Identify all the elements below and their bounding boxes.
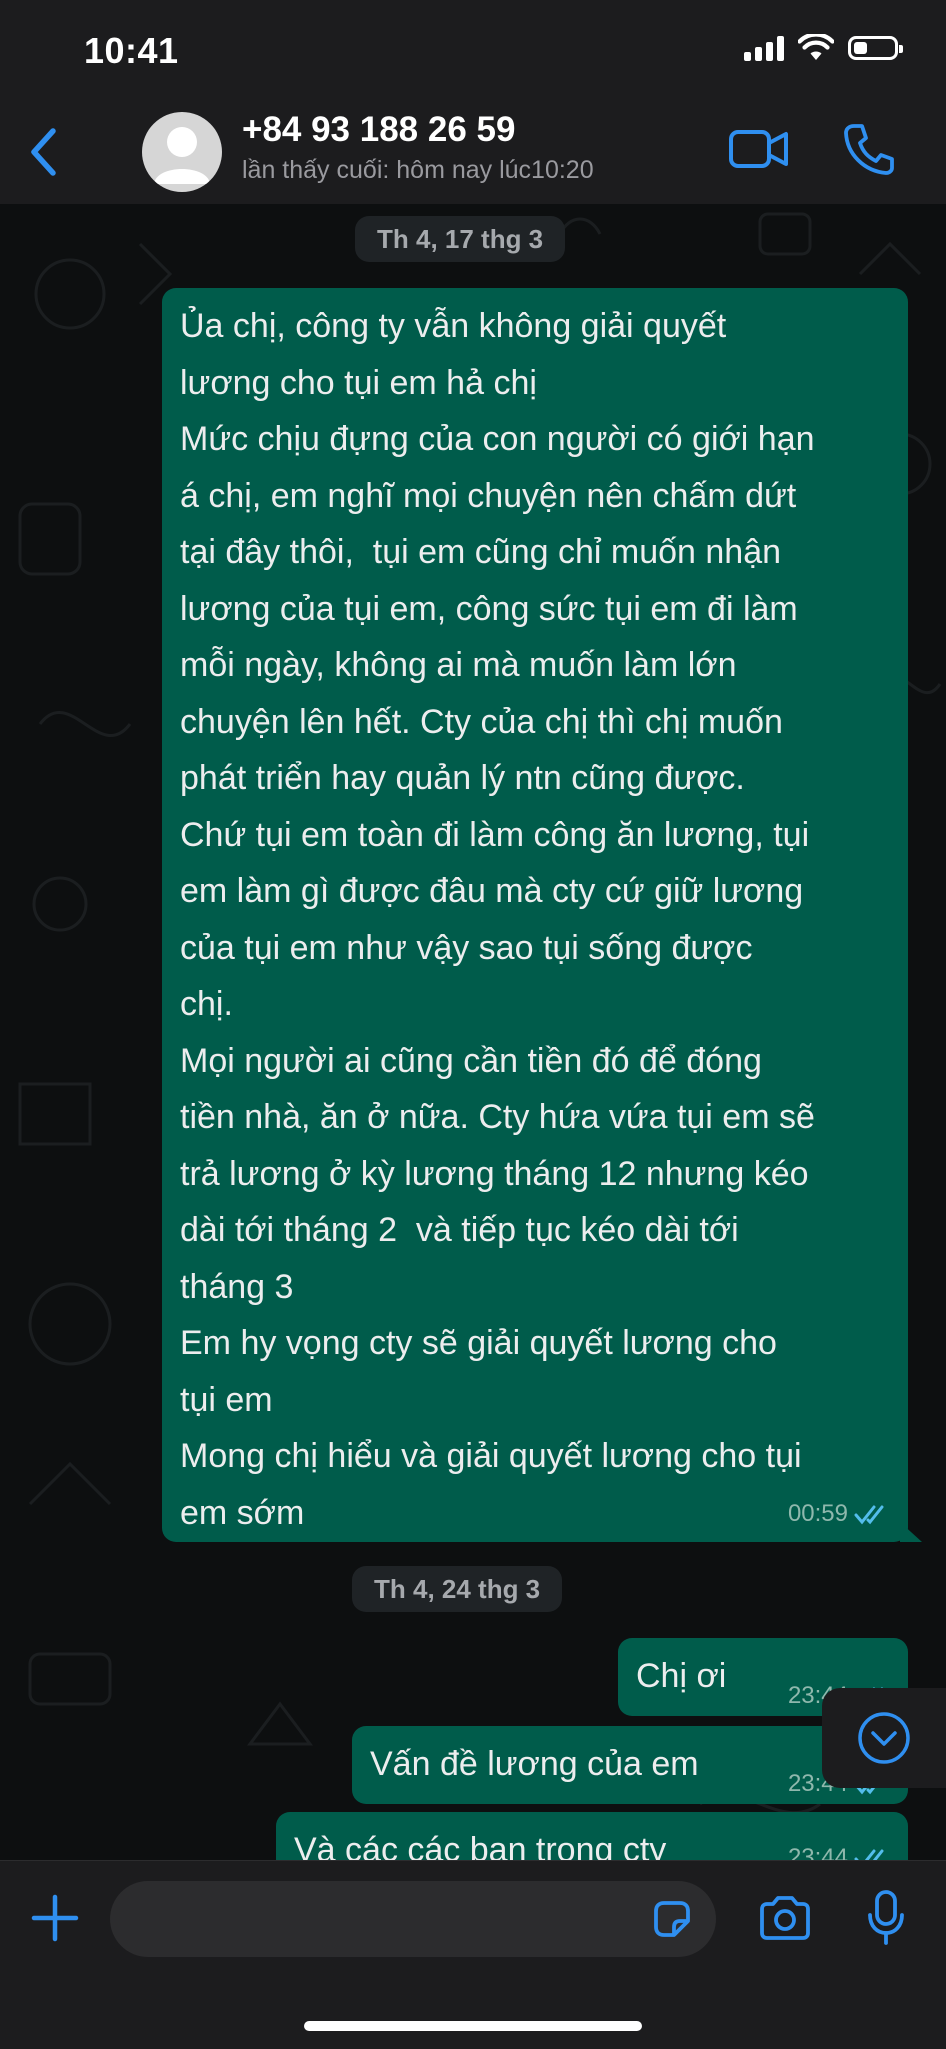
- bubble-tail: [900, 1522, 922, 1542]
- status-icons: [744, 34, 903, 62]
- camera-button[interactable]: [758, 1895, 812, 1946]
- chevron-down-circle-icon: [858, 1712, 910, 1764]
- cellular-signal-icon: [744, 35, 784, 61]
- message-input[interactable]: [110, 1881, 716, 1957]
- microphone-icon: [868, 1890, 904, 1945]
- outgoing-message-bubble[interactable]: Và các các bạn trong cty 23:44: [276, 1812, 908, 1860]
- status-time: 10:41: [84, 30, 179, 71]
- status-bar: 10:41: [0, 0, 946, 100]
- contact-name[interactable]: +84 93 188 26 59: [242, 110, 515, 150]
- home-indicator: [304, 2021, 642, 2031]
- microphone-button[interactable]: [866, 1889, 906, 1952]
- message-time: 00:59: [787, 1500, 848, 1527]
- double-check-icon: [854, 1505, 884, 1525]
- composer-bar: [0, 1860, 946, 2049]
- last-seen-status: lần thấy cuối: hôm nay lúc10:20: [242, 156, 594, 184]
- video-call-button[interactable]: [728, 126, 790, 177]
- message-list[interactable]: Th 4, 17 thg 3 Ủa chị, công ty vẫn không…: [0, 204, 946, 1860]
- date-separator: Th 4, 24 thg 3: [352, 1566, 563, 1612]
- back-button[interactable]: [26, 126, 60, 183]
- message-time: 23:44: [787, 1844, 848, 1860]
- sticker-icon: [654, 1901, 690, 1937]
- double-check-icon: [854, 1849, 884, 1860]
- camera-icon: [760, 1896, 810, 1940]
- plus-icon: [31, 1894, 79, 1942]
- phone-icon: [844, 124, 894, 175]
- battery-level: [854, 42, 867, 54]
- date-separator: Th 4, 17 thg 3: [355, 216, 566, 262]
- message-meta: 23:44: [788, 1844, 892, 1860]
- sticker-button[interactable]: [650, 1897, 694, 1946]
- attach-button[interactable]: [30, 1893, 80, 1948]
- contact-avatar[interactable]: [142, 112, 222, 192]
- message-text: Ủa chị, công ty vẫn không giải quyết lươ…: [180, 307, 815, 1532]
- outgoing-message-bubble[interactable]: Ủa chị, công ty vẫn không giải quyết lươ…: [162, 288, 922, 1542]
- wifi-icon: [798, 34, 834, 60]
- video-camera-icon: [729, 130, 788, 168]
- chat-header: +84 93 188 26 59 lần thấy cuối: hôm nay …: [0, 100, 946, 205]
- avatar-placeholder-icon: [154, 127, 210, 184]
- back-chevron-icon: [31, 128, 56, 176]
- voice-call-button[interactable]: [842, 122, 894, 181]
- scroll-to-bottom-button[interactable]: [822, 1688, 946, 1788]
- battery-icon: [848, 36, 903, 60]
- message-meta: 00:59: [788, 1500, 892, 1528]
